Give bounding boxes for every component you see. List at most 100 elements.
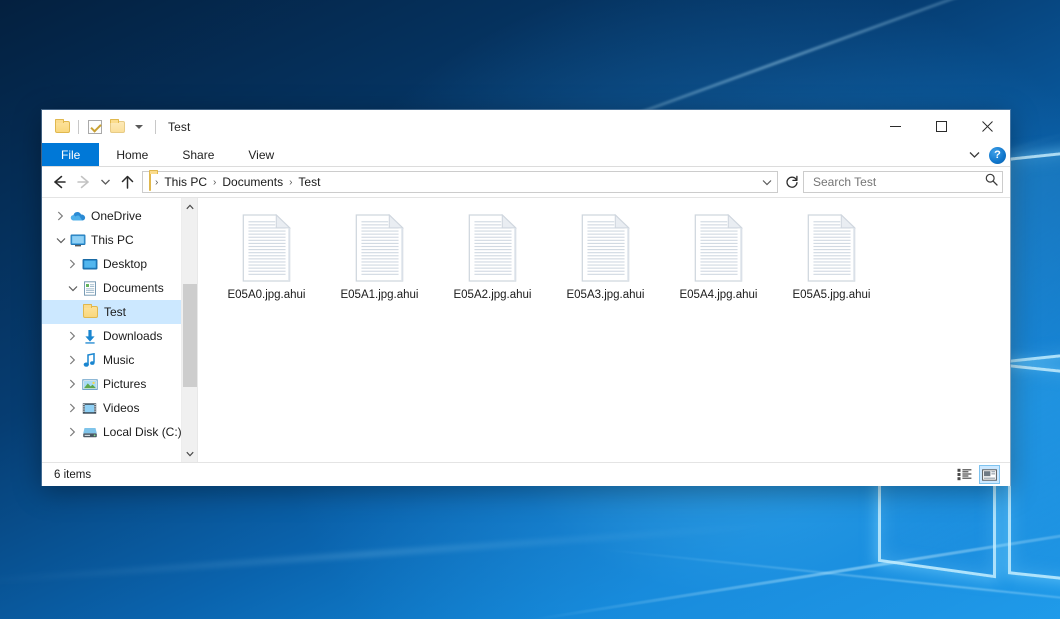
close-button[interactable] bbox=[964, 110, 1010, 143]
file-list-pane[interactable]: E05A0.jpg.ahui E05A1.jpg.ahui E05A2.jpg.ah… bbox=[198, 198, 1010, 462]
file-name-label: E05A5.jpg.ahui bbox=[792, 288, 870, 302]
window-title: Test bbox=[168, 120, 190, 134]
chevron-right-icon[interactable] bbox=[52, 204, 69, 228]
sidebar-item-local-disk-c[interactable]: Local Disk (C:) bbox=[42, 420, 184, 444]
navigation-pane: OneDrive This PC bbox=[42, 198, 198, 462]
tab-share[interactable]: Share bbox=[165, 143, 231, 166]
windows-logo-pane bbox=[1008, 364, 1060, 590]
sidebar-item-pictures[interactable]: Pictures bbox=[42, 372, 184, 396]
breadcrumb-bar[interactable]: › This PC › Documents › Test bbox=[142, 171, 778, 193]
minimize-button[interactable] bbox=[872, 110, 918, 143]
help-icon[interactable]: ? bbox=[989, 147, 1006, 164]
sidebar-item-label: Test bbox=[104, 306, 126, 318]
sidebar-item-label: This PC bbox=[91, 234, 134, 246]
file-item[interactable]: E05A0.jpg.ahui bbox=[210, 210, 323, 304]
file-grid: E05A0.jpg.ahui E05A1.jpg.ahui E05A2.jpg.ah… bbox=[210, 210, 1010, 304]
this-pc-monitor-icon bbox=[69, 232, 86, 248]
back-button[interactable] bbox=[46, 170, 71, 194]
generic-file-icon bbox=[354, 214, 406, 282]
sidebar-item-label: Pictures bbox=[103, 378, 146, 390]
chevron-down-icon[interactable] bbox=[64, 276, 81, 300]
tab-home[interactable]: Home bbox=[99, 143, 165, 166]
sidebar-item-label: OneDrive bbox=[91, 210, 142, 222]
sidebar-item-desktop[interactable]: Desktop bbox=[42, 252, 184, 276]
chevron-right-icon[interactable] bbox=[64, 420, 81, 444]
chevron-right-icon[interactable] bbox=[64, 348, 81, 372]
file-item[interactable]: E05A1.jpg.ahui bbox=[323, 210, 436, 304]
file-item[interactable]: E05A2.jpg.ahui bbox=[436, 210, 549, 304]
ribbon-tab-strip: File Home Share View ? bbox=[42, 143, 1010, 167]
chevron-down-icon[interactable] bbox=[759, 172, 775, 192]
file-name-label: E05A3.jpg.ahui bbox=[566, 288, 644, 302]
breadcrumb-item-this-pc[interactable]: This PC bbox=[160, 174, 211, 190]
folder-icon bbox=[149, 173, 151, 191]
folder-icon[interactable] bbox=[51, 116, 73, 138]
file-item[interactable]: E05A4.jpg.ahui bbox=[662, 210, 775, 304]
generic-file-icon bbox=[580, 214, 632, 282]
search-box[interactable] bbox=[803, 171, 1003, 193]
toolbar-divider bbox=[78, 120, 79, 134]
maximize-button[interactable] bbox=[918, 110, 964, 143]
sidebar-scrollbar[interactable] bbox=[181, 198, 197, 462]
view-toggle-group bbox=[954, 465, 1000, 484]
scrollbar-thumb[interactable] bbox=[183, 284, 197, 387]
chevron-right-icon[interactable] bbox=[64, 372, 81, 396]
sidebar-item-test[interactable]: Test bbox=[42, 300, 184, 324]
refresh-icon[interactable] bbox=[781, 171, 803, 193]
up-button[interactable] bbox=[115, 170, 140, 194]
sidebar-item-downloads[interactable]: Downloads bbox=[42, 324, 184, 348]
sidebar-item-onedrive[interactable]: OneDrive bbox=[42, 204, 184, 228]
generic-file-icon bbox=[241, 214, 293, 282]
file-name-label: E05A0.jpg.ahui bbox=[227, 288, 305, 302]
file-name-label: E05A1.jpg.ahui bbox=[340, 288, 418, 302]
properties-icon[interactable] bbox=[84, 116, 106, 138]
scroll-up-icon[interactable] bbox=[182, 198, 198, 215]
sidebar-item-label: Videos bbox=[103, 402, 139, 414]
sidebar-item-videos[interactable]: Videos bbox=[42, 396, 184, 420]
search-icon[interactable] bbox=[985, 173, 998, 191]
videos-film-icon bbox=[81, 400, 98, 416]
toolbar-divider bbox=[155, 120, 156, 134]
status-bar: 6 items bbox=[42, 462, 1010, 486]
sidebar-item-music[interactable]: Music bbox=[42, 348, 184, 372]
tab-file[interactable]: File bbox=[42, 143, 99, 166]
generic-file-icon bbox=[467, 214, 519, 282]
breadcrumb: › This PC › Documents › Test bbox=[147, 173, 759, 191]
ribbon-right-controls: ? bbox=[965, 143, 1006, 167]
sidebar-item-this-pc[interactable]: This PC bbox=[42, 228, 184, 252]
chevron-right-icon[interactable] bbox=[64, 324, 81, 348]
quick-access-toolbar: Test bbox=[42, 116, 190, 138]
details-view-button[interactable] bbox=[954, 465, 975, 484]
breadcrumb-separator: › bbox=[153, 177, 160, 188]
chevron-down-icon[interactable] bbox=[128, 116, 150, 138]
chevron-down-icon[interactable] bbox=[965, 146, 983, 164]
breadcrumb-separator: › bbox=[287, 177, 294, 188]
title-bar: Test bbox=[42, 110, 1010, 143]
sidebar-item-documents[interactable]: Documents bbox=[42, 276, 184, 300]
downloads-arrow-icon bbox=[81, 328, 98, 344]
folder-tree: OneDrive This PC bbox=[42, 204, 184, 444]
sidebar-item-label: Documents bbox=[103, 282, 164, 294]
file-name-label: E05A2.jpg.ahui bbox=[453, 288, 531, 302]
file-item[interactable]: E05A3.jpg.ahui bbox=[549, 210, 662, 304]
chevron-right-icon[interactable] bbox=[64, 396, 81, 420]
music-note-icon bbox=[81, 352, 98, 368]
window-body: OneDrive This PC bbox=[42, 197, 1010, 462]
chevron-right-icon[interactable] bbox=[64, 252, 81, 276]
scroll-down-icon[interactable] bbox=[182, 445, 198, 462]
new-folder-icon[interactable] bbox=[106, 116, 128, 138]
file-item[interactable]: E05A5.jpg.ahui bbox=[775, 210, 888, 304]
breadcrumb-item-test[interactable]: Test bbox=[294, 174, 324, 190]
pictures-icon bbox=[81, 376, 98, 392]
large-icons-view-button[interactable] bbox=[979, 465, 1000, 484]
search-input[interactable] bbox=[811, 174, 985, 190]
sidebar-item-label: Music bbox=[103, 354, 134, 366]
tab-view[interactable]: View bbox=[231, 143, 291, 166]
folder-icon bbox=[82, 304, 99, 320]
chevron-down-icon[interactable] bbox=[52, 228, 69, 252]
generic-file-icon bbox=[806, 214, 858, 282]
recent-locations-chevron-icon[interactable] bbox=[96, 170, 115, 194]
sidebar-item-label: Local Disk (C:) bbox=[103, 426, 182, 438]
hard-disk-icon bbox=[81, 424, 98, 440]
breadcrumb-item-documents[interactable]: Documents bbox=[218, 174, 287, 190]
